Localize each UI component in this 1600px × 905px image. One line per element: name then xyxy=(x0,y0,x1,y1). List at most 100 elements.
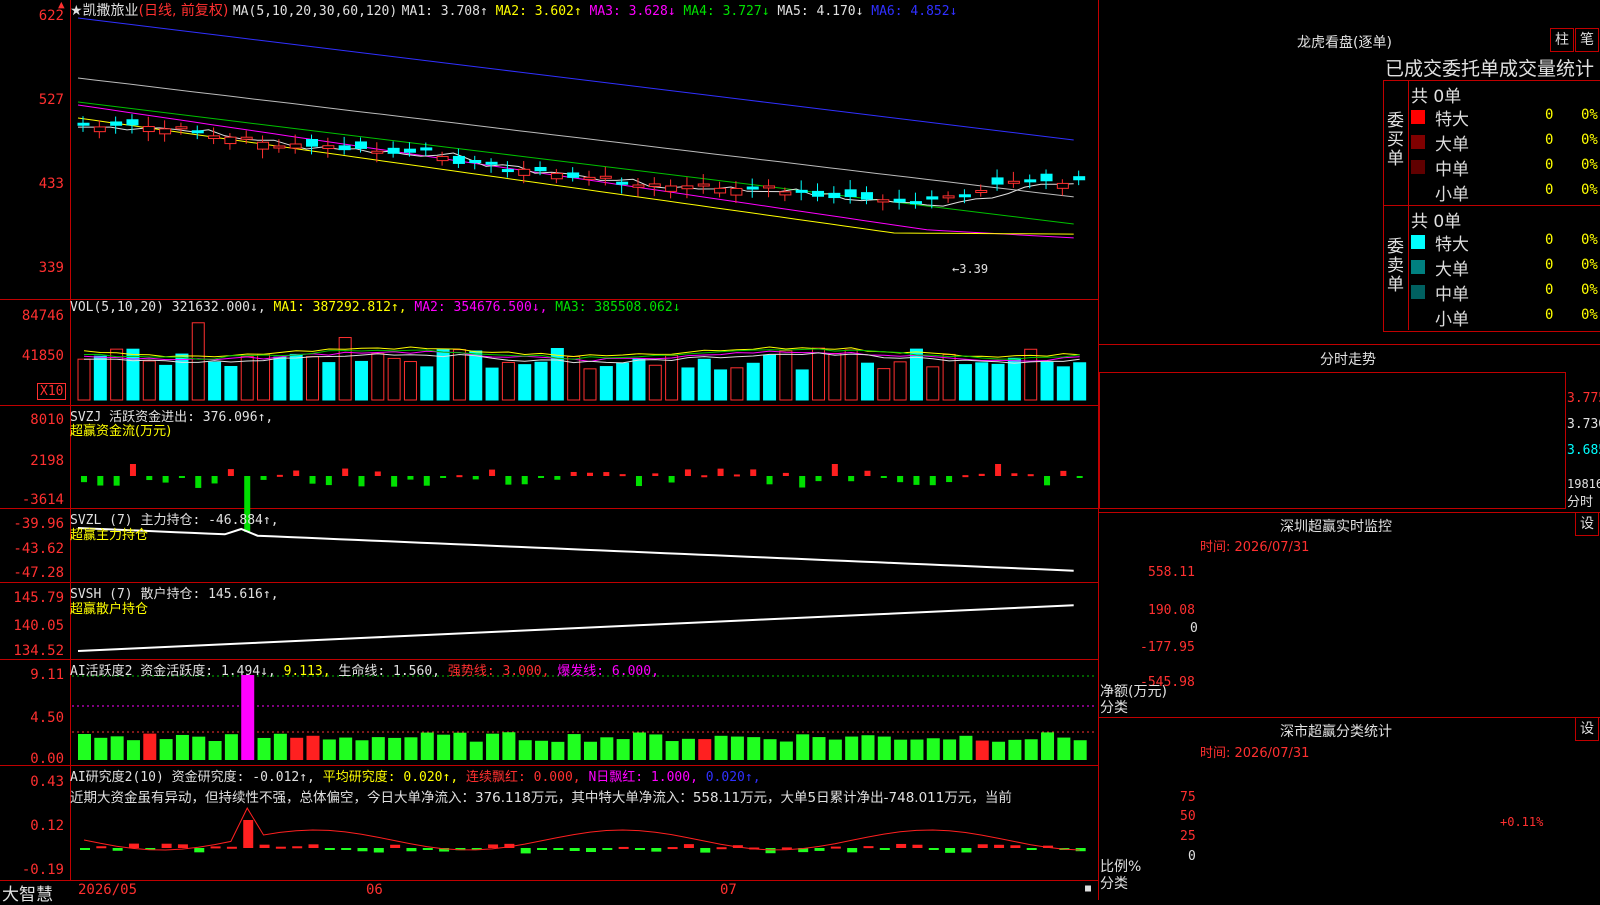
legend-swatch xyxy=(1411,285,1425,299)
volume-bar xyxy=(518,364,532,401)
activity-bar xyxy=(192,736,206,760)
legend-swatch xyxy=(1411,135,1425,149)
candlestick xyxy=(110,121,123,126)
candlestick xyxy=(224,136,237,145)
capital-flow-bar xyxy=(81,476,87,483)
activity-bar xyxy=(1008,739,1022,760)
capital-flow-bar xyxy=(227,469,234,476)
research-bar xyxy=(161,843,172,848)
bar-mode-button[interactable]: 柱 xyxy=(1550,28,1574,52)
activity-bar xyxy=(388,737,402,760)
activity-bar xyxy=(126,740,140,760)
activity-bar xyxy=(714,735,728,760)
capital-flow-bar xyxy=(97,476,104,486)
volume-bar xyxy=(1073,362,1087,401)
order-row: 小单 0 0% xyxy=(1411,305,1600,330)
capital-flow-bar xyxy=(195,476,202,488)
candlestick xyxy=(844,189,857,198)
capital-flow-bar xyxy=(309,476,316,484)
order-row: 中单 0 0% xyxy=(1411,155,1600,180)
research-bar xyxy=(994,844,1005,848)
volume-bar xyxy=(306,356,320,401)
vol-axis-label: 84746 xyxy=(21,308,64,324)
classify-settings-button[interactable]: 设 xyxy=(1575,717,1599,741)
volume-bar xyxy=(730,367,744,401)
candlestick xyxy=(77,122,90,126)
research-bar xyxy=(847,848,858,853)
candlestick xyxy=(420,147,433,151)
timeshare-axis-label: 3.730 xyxy=(1567,417,1600,432)
candlestick xyxy=(958,194,971,198)
legend-swatch xyxy=(1411,235,1425,249)
capital-flow-bar xyxy=(766,476,773,485)
timeshare-vol-label: 19816 xyxy=(1567,477,1600,491)
monitor-settings-button[interactable]: 设 xyxy=(1575,512,1599,536)
timeshare-chart[interactable] xyxy=(1099,372,1566,509)
stock-period: (日线, 前复权) xyxy=(138,3,229,19)
volume-bar xyxy=(387,357,401,401)
research-bar xyxy=(863,846,874,849)
volume-bar xyxy=(795,369,809,401)
capital-flow-bar xyxy=(554,476,561,480)
capital-flow-bar xyxy=(423,476,430,486)
order-type: 特大 xyxy=(1435,235,1469,255)
volume-bar xyxy=(632,358,646,401)
volume-bar xyxy=(665,354,679,401)
activity-bar xyxy=(698,739,712,760)
research-bar xyxy=(716,847,727,850)
capital-flow-bar xyxy=(701,475,708,478)
volume-bar xyxy=(1024,348,1038,401)
volume-bar xyxy=(77,358,91,401)
order-count: 0 xyxy=(1545,307,1554,323)
volume-bar xyxy=(991,363,1005,401)
order-percent: 0% xyxy=(1581,257,1598,273)
candlestick xyxy=(159,128,172,135)
moving-average-line xyxy=(77,101,1074,225)
research-bar xyxy=(830,846,841,849)
volume-bar xyxy=(681,367,695,401)
volume-bar xyxy=(469,350,483,401)
activity-bar xyxy=(812,737,826,760)
capital-flow-bar xyxy=(717,468,724,476)
capital-flow-bar xyxy=(1027,474,1034,477)
activity-bar xyxy=(257,737,271,760)
monitor-axis-label: 558.11 xyxy=(1148,565,1195,580)
activity-bar xyxy=(649,734,663,760)
volume-bar xyxy=(403,361,417,401)
candlestick xyxy=(208,135,221,139)
volume-bar xyxy=(208,361,222,401)
volume-bar xyxy=(893,361,907,401)
candlestick xyxy=(1007,180,1020,184)
candlestick xyxy=(175,126,188,130)
candlestick xyxy=(746,186,759,190)
candlestick xyxy=(403,148,416,153)
volume-bar xyxy=(975,362,989,401)
capital-flow-bar xyxy=(880,476,887,478)
ma-value: MA4: 3.727↓ xyxy=(675,4,770,19)
activity-bar xyxy=(845,736,859,760)
candlestick xyxy=(371,150,384,154)
activity-bar xyxy=(779,741,793,760)
monitor-title: 深圳超赢实时监控 xyxy=(1280,519,1392,535)
candlestick xyxy=(469,159,482,163)
activity-bar xyxy=(159,739,173,760)
monitor-axis-label: 190.08 xyxy=(1148,603,1195,618)
candlestick xyxy=(616,181,629,185)
ma-value: MA3: 3.628↓ xyxy=(581,4,676,19)
ma-value: MA6: 4.852↓ xyxy=(863,4,958,19)
capital-flow-bar xyxy=(146,476,153,481)
stock-name: ★凯撒旅业 xyxy=(70,3,139,19)
kline-chart[interactable]: 169.86散户-545.98中户-181.99大户558.11超大157.12… xyxy=(0,0,1098,900)
order-row: 特大 0 0% xyxy=(1411,230,1600,255)
activity-bar xyxy=(584,741,597,760)
activity-bar xyxy=(910,739,924,760)
activity-bar xyxy=(404,737,418,760)
moving-average-line xyxy=(77,104,1074,239)
research-bar xyxy=(324,848,335,851)
research-bar xyxy=(945,848,956,853)
research-bar xyxy=(1026,848,1037,850)
classify-title: 深市超赢分类统计 xyxy=(1280,724,1392,740)
research-bar xyxy=(667,847,678,850)
classify-time: 时间: 2026/07/31 xyxy=(1200,746,1310,761)
tick-mode-button[interactable]: 笔 xyxy=(1575,28,1599,52)
